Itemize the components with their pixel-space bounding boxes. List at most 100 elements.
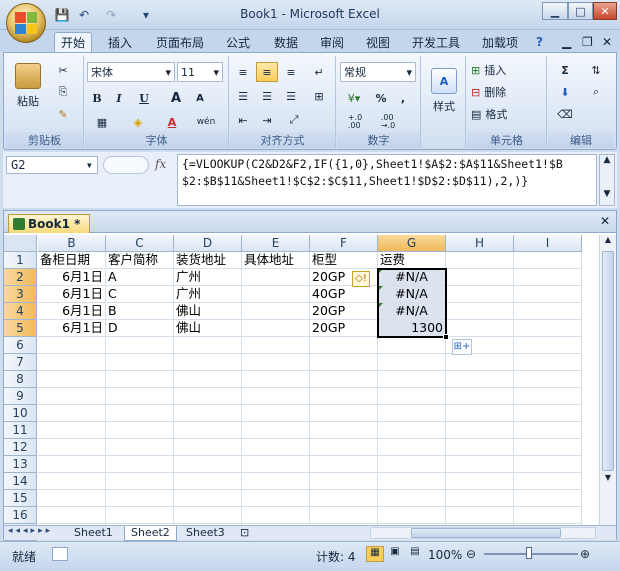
vertical-scrollbar[interactable]: ▲ ▼	[599, 235, 616, 525]
cell-D14[interactable]	[174, 473, 242, 490]
cell-H13[interactable]	[446, 456, 514, 473]
tab-data[interactable]: 数据	[268, 32, 304, 52]
column-header-D[interactable]: D	[174, 235, 242, 252]
fill-color-icon[interactable]: ◈	[121, 112, 155, 132]
row-header-16[interactable]: 16	[4, 507, 37, 524]
align-middle-icon[interactable]: ≡	[256, 62, 278, 82]
column-header-G[interactable]: G	[378, 235, 446, 252]
cell-G9[interactable]	[378, 388, 446, 405]
row-header-4[interactable]: 4	[4, 303, 37, 320]
cell-D10[interactable]	[174, 405, 242, 422]
cell-I9[interactable]	[514, 388, 582, 405]
sheet-nav-arrows[interactable]: ◂◂◂▸▸▸	[8, 526, 53, 536]
cell-E14[interactable]	[242, 473, 310, 490]
cell-F5[interactable]: 20GP	[310, 320, 378, 337]
column-header-E[interactable]: E	[242, 235, 310, 252]
cell-B14[interactable]	[38, 473, 106, 490]
zoom-in-icon[interactable]: ⊕	[580, 547, 590, 561]
cell-E9[interactable]	[242, 388, 310, 405]
cell-E4[interactable]	[242, 303, 310, 320]
cell-G11[interactable]	[378, 422, 446, 439]
formula-input[interactable]: {=VLOOKUP(C2&D2&F2,IF({1,0},Sheet1!$A$2:…	[177, 154, 597, 206]
cell-D13[interactable]	[174, 456, 242, 473]
page-layout-view-icon[interactable]: ▣	[386, 546, 404, 562]
cell-E12[interactable]	[242, 439, 310, 456]
minimize-button[interactable]: ▁	[542, 2, 568, 20]
cell-B4[interactable]: 6月1日	[38, 303, 106, 320]
cell-E16[interactable]	[242, 507, 310, 524]
cell-B2[interactable]: 6月1日	[38, 269, 106, 286]
cell-F15[interactable]	[310, 490, 378, 507]
tab-home[interactable]: 开始	[54, 32, 93, 52]
cell-G12[interactable]	[378, 439, 446, 456]
fill-icon[interactable]: ⬇	[551, 82, 579, 102]
cell-B3[interactable]: 6月1日	[38, 286, 106, 303]
cell-C2[interactable]: A	[106, 269, 174, 286]
cell-D1[interactable]: 装货地址	[174, 252, 242, 269]
cell-C1[interactable]: 客户简称	[106, 252, 174, 269]
cell-B7[interactable]	[38, 354, 106, 371]
autosum-button[interactable]: Σ	[551, 60, 579, 80]
cell-H4[interactable]	[446, 303, 514, 320]
row-header-5[interactable]: 5	[4, 320, 37, 337]
tab-page-layout[interactable]: 页面布局	[150, 32, 210, 52]
cell-E15[interactable]	[242, 490, 310, 507]
column-header-F[interactable]: F	[310, 235, 378, 252]
cell-F13[interactable]	[310, 456, 378, 473]
normal-view-icon[interactable]: ▦	[366, 546, 384, 562]
merge-center-icon[interactable]: ⊞	[306, 86, 332, 106]
cell-H8[interactable]	[446, 371, 514, 388]
align-top-icon[interactable]: ≡	[232, 62, 254, 82]
cell-E8[interactable]	[242, 371, 310, 388]
wrap-text-icon[interactable]: ↵	[306, 62, 332, 82]
cell-H1[interactable]	[446, 252, 514, 269]
row-header-8[interactable]: 8	[4, 371, 37, 388]
column-header-H[interactable]: H	[446, 235, 514, 252]
cell-H2[interactable]	[446, 269, 514, 286]
delete-cells-button[interactable]: ⊟ 删除	[470, 82, 542, 102]
cell-E13[interactable]	[242, 456, 310, 473]
help-icon[interactable]: ?	[530, 32, 549, 52]
currency-icon[interactable]: ¥▾	[340, 88, 368, 108]
tab-review[interactable]: 审阅	[314, 32, 350, 52]
cell-B12[interactable]	[38, 439, 106, 456]
cell-B15[interactable]	[38, 490, 106, 507]
row-header-9[interactable]: 9	[4, 388, 37, 405]
cell-C16[interactable]	[106, 507, 174, 524]
decrease-decimal-button[interactable]: .00 →.0	[373, 112, 403, 132]
cell-B16[interactable]	[38, 507, 106, 524]
tab-insert[interactable]: 插入	[102, 32, 138, 52]
row-header-10[interactable]: 10	[4, 405, 37, 422]
bold-button[interactable]: B	[87, 88, 107, 108]
row-header-1[interactable]: 1	[4, 252, 37, 269]
row-header-12[interactable]: 12	[4, 439, 37, 456]
select-all-button[interactable]	[4, 235, 37, 252]
cell-I1[interactable]	[514, 252, 582, 269]
cell-G4[interactable]: #N/A	[378, 303, 446, 320]
cell-F11[interactable]	[310, 422, 378, 439]
cell-B6[interactable]	[38, 337, 106, 354]
cell-I16[interactable]	[514, 507, 582, 524]
cell-E1[interactable]: 具体地址	[242, 252, 310, 269]
row-header-11[interactable]: 11	[4, 422, 37, 439]
cell-I7[interactable]	[514, 354, 582, 371]
cell-C3[interactable]: C	[106, 286, 174, 303]
cell-E7[interactable]	[242, 354, 310, 371]
cell-F8[interactable]	[310, 371, 378, 388]
ribbon-minimize-button[interactable]: ▁	[556, 32, 577, 52]
zoom-level[interactable]: 100%	[428, 548, 462, 562]
cell-F3[interactable]: 40GP	[310, 286, 378, 303]
cell-F7[interactable]	[310, 354, 378, 371]
cell-I6[interactable]	[514, 337, 582, 354]
cell-D11[interactable]	[174, 422, 242, 439]
cell-I12[interactable]	[514, 439, 582, 456]
row-header-6[interactable]: 6	[4, 337, 37, 354]
cell-F12[interactable]	[310, 439, 378, 456]
cell-B11[interactable]	[38, 422, 106, 439]
row-header-15[interactable]: 15	[4, 490, 37, 507]
cell-G14[interactable]	[378, 473, 446, 490]
cell-F6[interactable]	[310, 337, 378, 354]
maximize-button[interactable]: □	[568, 2, 593, 20]
cell-H10[interactable]	[446, 405, 514, 422]
cell-C4[interactable]: B	[106, 303, 174, 320]
